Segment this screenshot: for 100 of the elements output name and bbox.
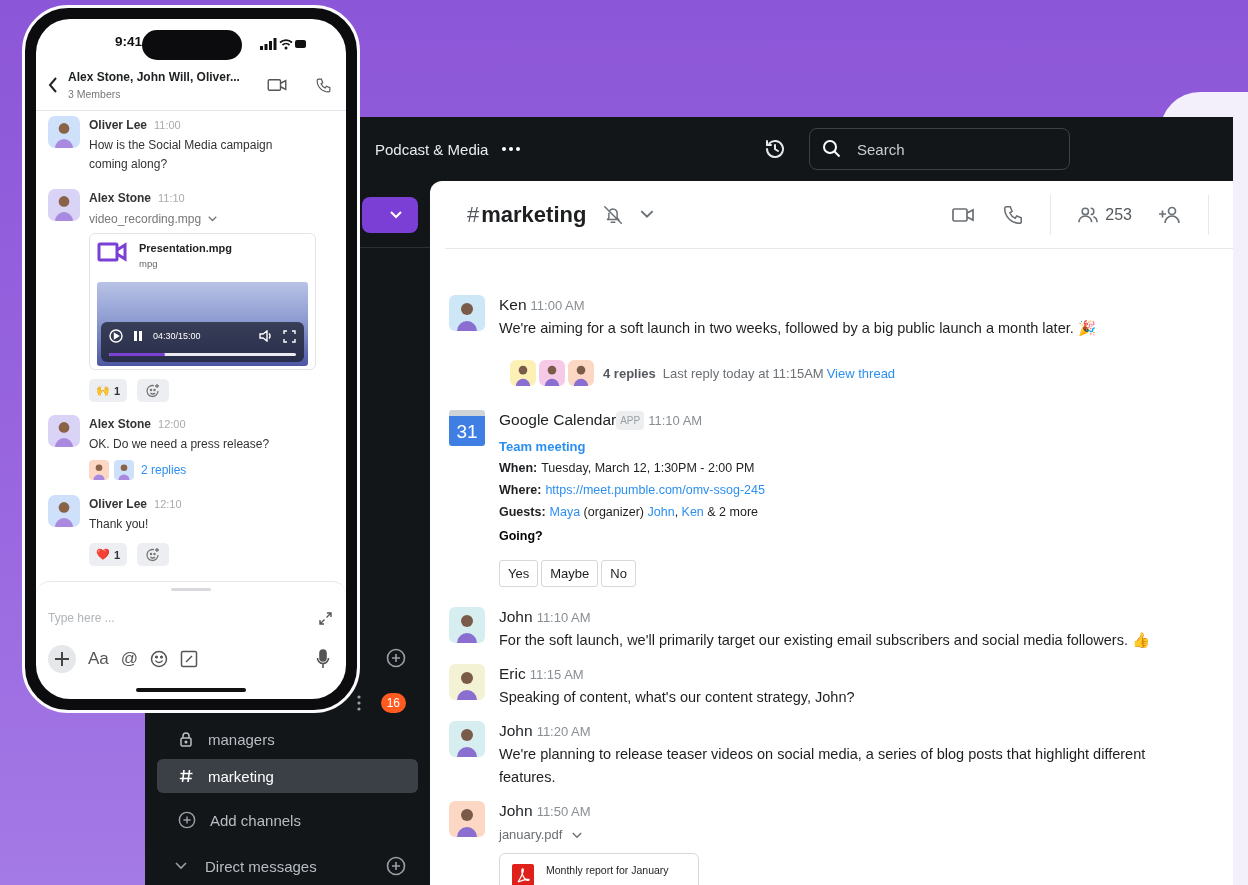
message-text: We're aiming for a soft launch in two weeks, followed by a big public launch a month later. 🎉 bbox=[499, 319, 1096, 338]
video-time: 04:30/15:00 bbox=[153, 331, 201, 341]
message-text: Thank you! bbox=[89, 516, 150, 533]
channel-title: #marketing bbox=[467, 201, 587, 228]
kebab-icon[interactable] bbox=[356, 695, 361, 711]
rsvp-question: Going? bbox=[499, 528, 544, 545]
chevron-down-icon[interactable] bbox=[572, 831, 583, 839]
rsvp-button[interactable]: No bbox=[601, 560, 636, 587]
conversation-title: Alex Stone, John Will, Oliver... bbox=[68, 70, 241, 84]
event-link[interactable]: Ken bbox=[681, 505, 704, 519]
add-emoji-icon bbox=[145, 382, 162, 399]
lock-icon bbox=[178, 731, 194, 747]
plus-icon bbox=[54, 651, 70, 667]
timestamp: 11:10 AM bbox=[648, 412, 703, 428]
channel-item[interactable]: marketing bbox=[157, 759, 418, 793]
hash-icon bbox=[178, 768, 194, 784]
video-camera-icon bbox=[97, 242, 127, 262]
emoji-icon[interactable] bbox=[150, 650, 169, 668]
workspace-name[interactable]: Podcast & Media bbox=[375, 140, 489, 158]
video-card[interactable]: Presentation.mpg mpg 04:30/15:00 bbox=[89, 233, 316, 370]
add-reaction-button[interactable] bbox=[137, 543, 170, 566]
author-name: Eric bbox=[499, 665, 526, 683]
status-time: 9:41 bbox=[113, 34, 142, 49]
author-name: Oliver Lee bbox=[89, 497, 148, 511]
author-name: John bbox=[499, 722, 533, 740]
progress-bar[interactable] bbox=[109, 353, 296, 356]
back-icon[interactable] bbox=[48, 77, 58, 93]
status-icons bbox=[260, 38, 306, 50]
rsvp-button[interactable]: Maybe bbox=[541, 560, 599, 587]
timestamp: 11:15 AM bbox=[529, 666, 584, 682]
author-name: Alex Stone bbox=[89, 417, 151, 431]
mention-button[interactable]: @ bbox=[120, 649, 139, 669]
timestamp: 11:10 AM bbox=[536, 609, 591, 625]
slash-command-icon[interactable] bbox=[180, 650, 199, 668]
author-name: Google Calendar bbox=[499, 411, 617, 429]
author-name: John bbox=[499, 802, 533, 820]
phone-icon[interactable] bbox=[1002, 203, 1025, 226]
author-name: Oliver Lee bbox=[89, 118, 148, 132]
app-label: APP bbox=[616, 410, 645, 430]
message-text: How is the Social Media campaign coming along? bbox=[89, 137, 274, 173]
author-name: Ken bbox=[499, 296, 527, 314]
reply-count[interactable]: 4 replies bbox=[603, 365, 656, 381]
microphone-icon[interactable] bbox=[316, 649, 330, 669]
timestamp: 12:10 bbox=[154, 498, 182, 510]
workspace-dropdown[interactable] bbox=[362, 197, 418, 233]
file-type: mpg bbox=[139, 258, 159, 269]
message-text: OK. Do we need a press release? bbox=[89, 436, 271, 453]
people-icon bbox=[1077, 205, 1100, 224]
event-detail: Where: https://meet.pumble.com/omv-ssog-245 bbox=[499, 482, 765, 499]
rsvp-button[interactable]: Yes bbox=[499, 560, 539, 587]
volume-icon[interactable] bbox=[259, 330, 273, 342]
more-icon[interactable] bbox=[502, 147, 521, 151]
fullscreen-icon[interactable] bbox=[283, 329, 296, 343]
timestamp: 11:00 bbox=[154, 119, 181, 131]
timestamp: 11:10 bbox=[158, 192, 185, 204]
section-label[interactable]: Direct messages bbox=[205, 857, 317, 875]
file-name: video_recording.mpg bbox=[89, 211, 202, 228]
bell-off-icon[interactable] bbox=[602, 203, 625, 226]
search-icon bbox=[822, 139, 842, 159]
add-reaction-button[interactable] bbox=[137, 379, 170, 402]
timestamp: 11:00 AM bbox=[530, 297, 585, 313]
message-text: We're planning to release teaser videos on social media, a series of blog posts that highlight different features. bbox=[499, 745, 1146, 787]
file-card[interactable]: Monthly report for January bbox=[499, 853, 699, 885]
timestamp: 11:20 AM bbox=[536, 723, 591, 739]
chevron-down-icon[interactable] bbox=[208, 216, 218, 222]
expand-icon[interactable] bbox=[319, 611, 332, 625]
timestamp: 11:50 AM bbox=[536, 803, 591, 819]
member-count: 3 Members bbox=[68, 88, 122, 100]
author-name: John bbox=[499, 608, 533, 626]
add-button[interactable] bbox=[48, 645, 76, 673]
add-icon bbox=[178, 811, 196, 829]
add-icon[interactable] bbox=[386, 856, 406, 876]
file-name: january.pdf bbox=[499, 826, 563, 844]
members-button[interactable]: 253 bbox=[1077, 205, 1132, 224]
chevron-down-icon[interactable] bbox=[175, 862, 187, 870]
unread-badge: 16 bbox=[380, 693, 406, 713]
video-camera-icon[interactable] bbox=[267, 78, 287, 92]
add-icon[interactable] bbox=[386, 648, 406, 668]
history-icon[interactable] bbox=[763, 137, 787, 161]
message-text: For the soft launch, we'll primarily target our existing email subscribers and social media followers. 👍 bbox=[499, 631, 1150, 650]
reaction-chip[interactable]: ❤ 1 bbox=[89, 543, 128, 566]
video-camera-icon[interactable] bbox=[952, 206, 975, 223]
message-text: Speaking of content, what's our content strategy, John? bbox=[499, 688, 855, 707]
reaction-chip[interactable]: 🙌 1 bbox=[89, 379, 128, 402]
chevron-down-icon bbox=[390, 211, 402, 219]
search-field[interactable]: Search bbox=[809, 128, 1070, 170]
last-reply-text: Last reply today at 11:15AM bbox=[662, 365, 824, 381]
channel-item[interactable]: managers bbox=[157, 724, 418, 754]
author-name: Alex Stone bbox=[89, 191, 151, 205]
add-person-icon[interactable] bbox=[1158, 204, 1182, 225]
phone-icon[interactable] bbox=[315, 76, 332, 94]
format-button[interactable]: Aa bbox=[88, 649, 109, 669]
play-icon[interactable] bbox=[109, 329, 123, 343]
timestamp: 12:00 bbox=[158, 418, 186, 430]
event-link[interactable]: John bbox=[647, 505, 675, 519]
add-channels-button[interactable]: Add channels bbox=[145, 805, 430, 835]
pause-icon[interactable] bbox=[133, 330, 143, 342]
event-detail: When: Tuesday, March 12, 1:30PM - 2:00 PM bbox=[499, 460, 756, 477]
chevron-down-icon[interactable] bbox=[640, 210, 655, 219]
calendar-icon: 31 bbox=[449, 410, 485, 446]
